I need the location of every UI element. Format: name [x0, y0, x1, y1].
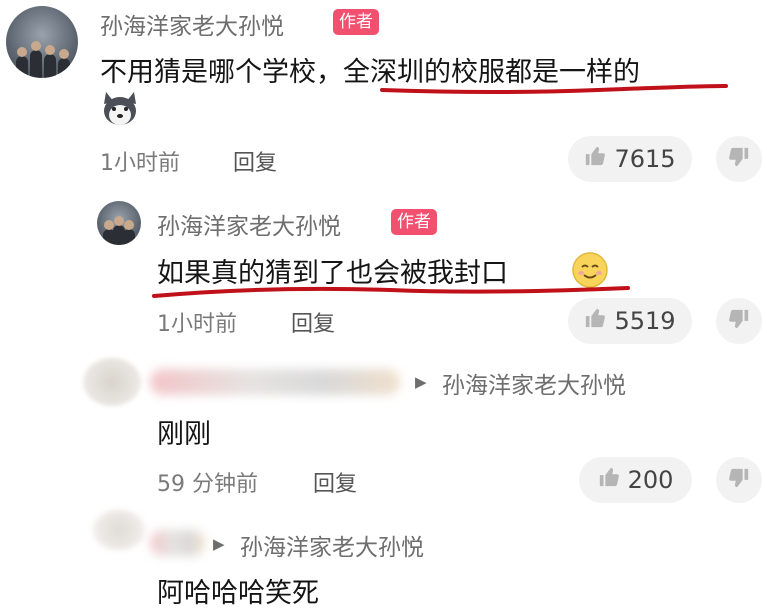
husky-emoji-icon: [100, 88, 140, 128]
reply2-like-count: 200: [627, 466, 674, 494]
comment-author-name[interactable]: 孙海洋家老大孙悦: [100, 7, 284, 41]
author-tag-badge: 作者: [333, 9, 379, 35]
thumb-down-icon: [728, 146, 750, 172]
reply2-reply-button[interactable]: 回复: [313, 466, 357, 498]
reply2-like-button[interactable]: 200: [579, 457, 692, 503]
thumb-down-icon: [728, 308, 750, 334]
blurred-username[interactable]: [150, 369, 400, 395]
reply-to-name[interactable]: 孙海洋家老大孙悦: [442, 366, 626, 400]
comment-time: 1小时前: [100, 151, 180, 176]
reply-author-name[interactable]: 孙海洋家老大孙悦: [157, 207, 341, 241]
blurred-user-avatar-2[interactable]: [93, 510, 145, 550]
thumb-up-icon: [584, 307, 606, 335]
like-button[interactable]: 7615: [568, 136, 692, 182]
dislike-button[interactable]: [716, 136, 762, 182]
reply-like-button[interactable]: 5519: [568, 298, 692, 344]
blurred-username-2[interactable]: [150, 530, 205, 556]
reply-arrow-icon: ▶: [415, 373, 427, 391]
reply3-text: 阿哈哈哈笑死: [157, 578, 319, 609]
red-underline-annotation: [380, 84, 728, 94]
reply-author-avatar[interactable]: [97, 201, 141, 245]
comment-text-part1: 不用猜是哪个学校，: [100, 57, 343, 88]
reply-like-count: 5519: [614, 307, 676, 335]
like-count: 7615: [614, 145, 676, 173]
author-avatar[interactable]: [6, 6, 78, 78]
reply2-dislike-button[interactable]: [716, 457, 762, 503]
reply2-time: 59 分钟前: [157, 472, 258, 497]
blurred-user-avatar[interactable]: [83, 358, 141, 406]
reply3-to-name[interactable]: 孙海洋家老大孙悦: [240, 528, 424, 562]
reply2-text: 刚刚: [157, 419, 211, 450]
reply-reply-button[interactable]: 回复: [291, 306, 335, 338]
reply-arrow-icon: ▶: [213, 535, 225, 553]
red-underline-annotation-2: [152, 286, 630, 298]
reply-button[interactable]: 回复: [233, 145, 277, 177]
thumb-down-icon: [728, 467, 750, 493]
thumb-up-icon: [598, 466, 620, 494]
reply-author-tag-badge: 作者: [391, 209, 437, 235]
thumb-up-icon: [584, 145, 606, 173]
reply-dislike-button[interactable]: [716, 298, 762, 344]
reply-time: 1小时前: [157, 312, 237, 337]
